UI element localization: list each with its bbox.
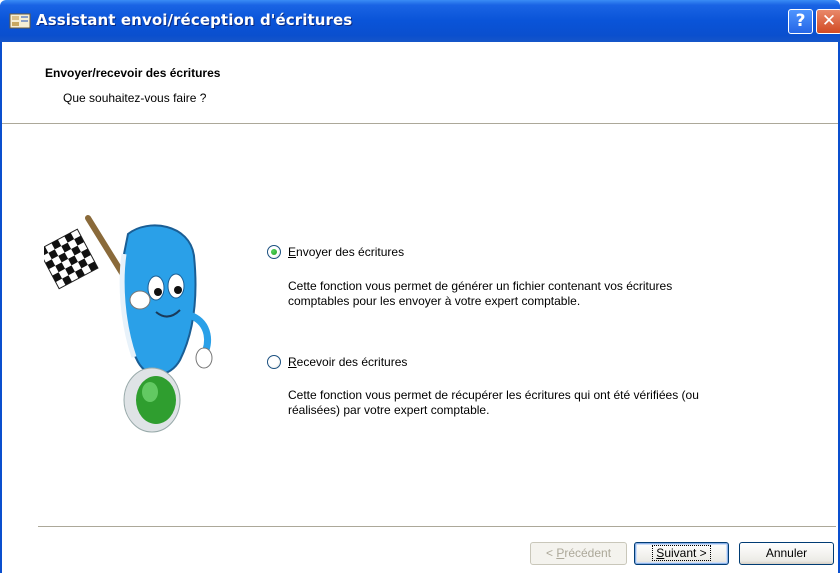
wizard-page-title: Envoyer/recevoir des écritures bbox=[45, 66, 221, 80]
window-title: Assistant envoi/réception d'écritures bbox=[36, 11, 353, 29]
wizard-app-icon bbox=[9, 13, 31, 29]
wizard-header bbox=[2, 42, 838, 122]
footer-divider bbox=[38, 526, 836, 528]
previous-button[interactable]: < Précédent bbox=[530, 542, 627, 565]
receive-entries-radio[interactable] bbox=[267, 355, 281, 369]
next-button[interactable]: Suivant > bbox=[634, 542, 729, 565]
radio-selected-dot bbox=[271, 249, 277, 255]
mascot-illustration bbox=[44, 215, 213, 433]
send-entries-label[interactable]: Envoyer des écritures bbox=[288, 245, 404, 259]
close-button[interactable]: ✕ bbox=[816, 9, 840, 34]
send-entries-radio[interactable] bbox=[267, 245, 281, 259]
cancel-button[interactable]: Annuler bbox=[739, 542, 834, 565]
receive-entries-description: Cette fonction vous permet de récupérer … bbox=[288, 388, 699, 417]
title-bar[interactable]: Assistant envoi/réception d'écritures ? … bbox=[0, 0, 840, 42]
wizard-page-subtitle: Que souhaitez-vous faire ? bbox=[63, 91, 207, 105]
send-entries-description: Cette fonction vous permet de générer un… bbox=[288, 279, 673, 308]
receive-entries-label[interactable]: Recevoir des écritures bbox=[288, 355, 407, 369]
help-button[interactable]: ? bbox=[788, 9, 813, 34]
